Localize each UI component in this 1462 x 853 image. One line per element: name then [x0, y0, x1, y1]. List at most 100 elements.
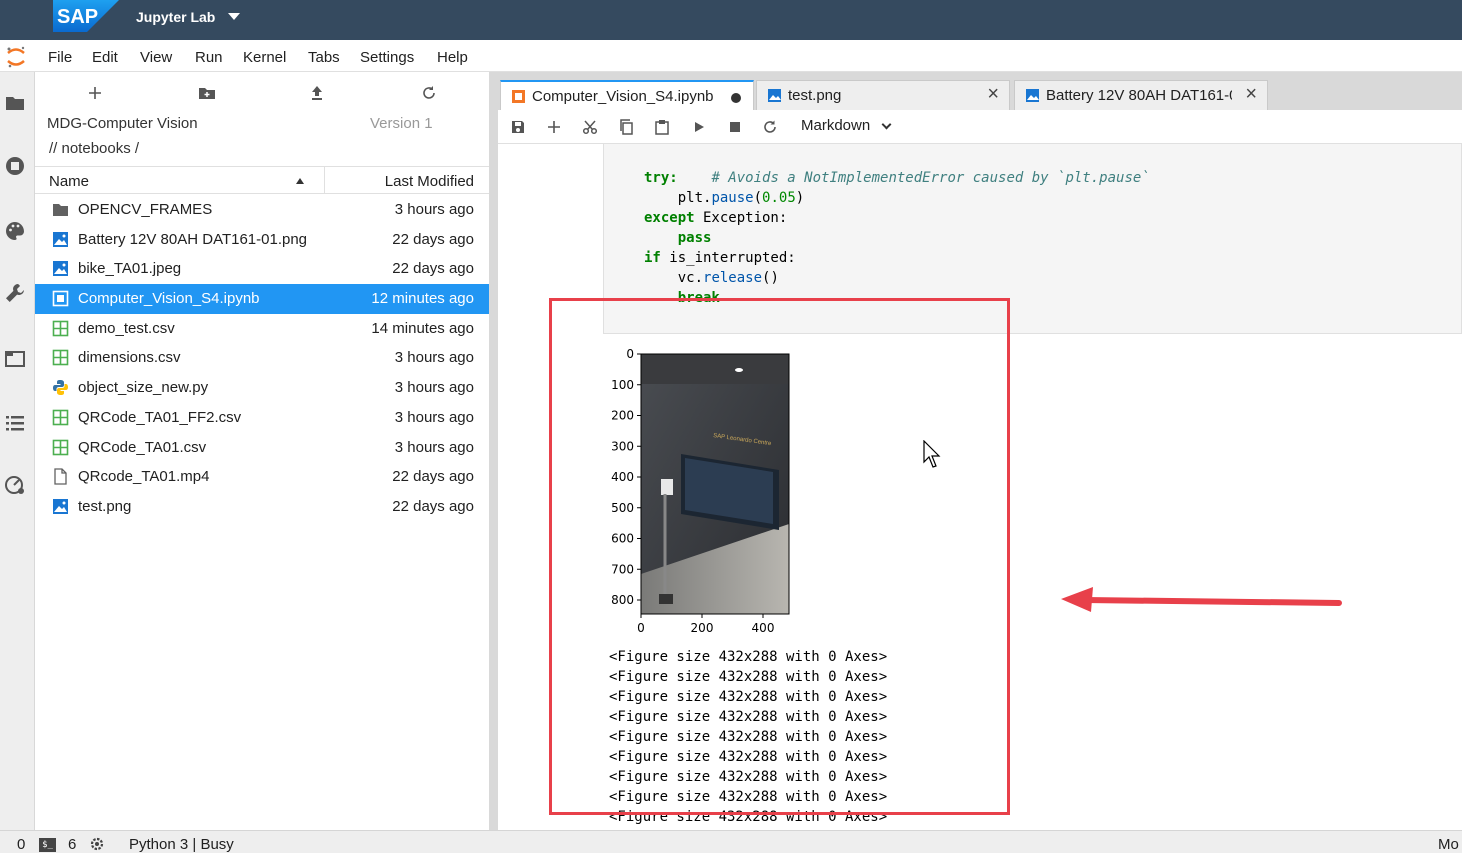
image-icon	[53, 498, 68, 514]
tabs-panel-icon[interactable]	[4, 348, 26, 370]
app-menu-caret-icon[interactable]	[228, 13, 240, 20]
notebook-icon	[52, 290, 69, 307]
file-modified: 22 days ago	[392, 260, 474, 278]
file-list-item[interactable]: OPENCV_FRAMES 3 hours ago	[35, 195, 489, 225]
file-list-item[interactable]: object_size_new.py 3 hours ago	[35, 373, 489, 403]
project-version[interactable]: Version 1	[370, 115, 433, 132]
folder-icon[interactable]	[4, 92, 26, 114]
column-divider[interactable]	[324, 167, 325, 194]
menu-tabs[interactable]: Tabs	[308, 49, 340, 66]
sap-logo: SAP	[53, 0, 119, 32]
menu-file[interactable]: File	[48, 49, 72, 66]
stop-icon[interactable]	[727, 119, 743, 135]
cut-icon[interactable]	[582, 119, 598, 135]
mouse-cursor-icon	[923, 440, 941, 468]
terminal-icon[interactable]: $_	[39, 838, 56, 852]
new-launcher-icon[interactable]	[86, 84, 104, 102]
image-icon	[53, 261, 68, 277]
status-bar: 0 $_ 6 Python 3 | Busy Mo	[0, 830, 1462, 853]
file-modified: 3 hours ago	[394, 349, 474, 367]
annotation-highlight-box	[549, 298, 1010, 815]
file-name: QRcode_TA01.mp4	[78, 468, 210, 486]
menu-settings[interactable]: Settings	[360, 49, 414, 66]
table-of-contents-icon[interactable]	[4, 412, 26, 434]
status-mode[interactable]: Mo	[1438, 836, 1459, 853]
file-modified: 14 minutes ago	[371, 319, 474, 337]
sap-header-bar: SAP Jupyter Lab	[0, 0, 1462, 40]
wrench-icon[interactable]	[4, 282, 26, 304]
upload-icon[interactable]	[308, 84, 326, 102]
image-icon	[53, 231, 68, 247]
refresh-icon[interactable]	[420, 84, 438, 102]
tab-label: test.png	[788, 87, 842, 104]
sort-ascending-icon[interactable]	[296, 178, 304, 184]
column-modified-header[interactable]: Last Modified	[385, 173, 474, 190]
file-list-item[interactable]: QRcode_TA01.mp4 22 days ago	[35, 462, 489, 492]
add-cell-icon[interactable]	[546, 119, 562, 135]
file-list-item[interactable]: Computer_Vision_S4.ipynb 12 minutes ago	[35, 284, 489, 314]
menu-help[interactable]: Help	[437, 49, 468, 66]
file-list-item[interactable]: QRCode_TA01_FF2.csv 3 hours ago	[35, 403, 489, 433]
file-modified: 22 days ago	[392, 230, 474, 248]
tab-label: Computer_Vision_S4.ipynb	[532, 88, 714, 105]
menu-bar: File Edit View Run Kernel Tabs Settings …	[0, 40, 1462, 72]
file-name: demo_test.csv	[78, 319, 175, 337]
image-icon	[1026, 89, 1039, 102]
file-list-item[interactable]: test.png 22 days ago	[35, 492, 489, 522]
status-count[interactable]: 0	[17, 836, 25, 853]
file-modified: 3 hours ago	[394, 201, 474, 218]
paste-icon[interactable]	[654, 119, 670, 135]
project-name[interactable]: MDG-Computer Vision	[47, 115, 198, 132]
close-tab-icon[interactable]: ×	[1245, 83, 1257, 106]
cell-type-dropdown[interactable]: Markdown	[801, 117, 870, 134]
file-list-item[interactable]: Battery 12V 80AH DAT161-01.png 22 days ag…	[35, 225, 489, 255]
close-tab-icon[interactable]: ×	[987, 83, 999, 106]
extension-manager-icon[interactable]	[4, 474, 26, 496]
notebook-toolbar: Markdown	[498, 110, 1462, 144]
app-title[interactable]: Jupyter Lab	[136, 9, 215, 25]
file-name: QRCode_TA01.csv	[78, 438, 207, 456]
file-name: bike_TA01.jpeg	[78, 260, 182, 278]
menu-edit[interactable]: Edit	[92, 49, 118, 66]
code-editor[interactable]: try: # Avoids a NotImplementedError caus…	[644, 168, 1150, 308]
gear-icon[interactable]	[89, 836, 105, 852]
copy-icon[interactable]	[618, 119, 634, 135]
file-list-item[interactable]: demo_test.csv 14 minutes ago	[35, 314, 489, 344]
column-name-header[interactable]: Name	[49, 173, 89, 190]
run-icon[interactable]	[691, 119, 707, 135]
image-icon	[768, 89, 781, 102]
unsaved-dot-icon[interactable]	[731, 93, 741, 103]
menu-run[interactable]: Run	[195, 49, 223, 66]
new-folder-icon[interactable]	[198, 84, 216, 102]
spreadsheet-icon	[52, 350, 69, 366]
save-icon[interactable]	[510, 119, 526, 135]
palette-icon[interactable]	[4, 220, 26, 242]
restart-kernel-icon[interactable]	[762, 119, 778, 135]
tab-battery-png[interactable]: Battery 12V 80AH DAT161-0 ×	[1014, 80, 1268, 110]
file-list-item[interactable]: bike_TA01.jpeg 22 days ago	[35, 254, 489, 284]
notebook-icon	[512, 90, 525, 103]
running-sessions-icon[interactable]	[4, 155, 26, 177]
file-list-header: Name Last Modified	[35, 166, 489, 194]
file-modified: 3 hours ago	[394, 408, 474, 426]
file-name: OPENCV_FRAMES	[78, 201, 213, 218]
spreadsheet-icon	[52, 409, 69, 426]
file-list-item[interactable]: dimensions.csv 3 hours ago	[35, 343, 489, 373]
file-list: OPENCV_FRAMES 3 hours ago Battery 12V 80AH…	[35, 195, 489, 522]
activity-bar	[0, 72, 35, 830]
file-list-item[interactable]: QRCode_TA01.csv 3 hours ago	[35, 433, 489, 463]
menu-view[interactable]: View	[140, 49, 172, 66]
menu-kernel[interactable]: Kernel	[243, 49, 286, 66]
status-terminals[interactable]: 6	[68, 836, 76, 853]
tab-test-png[interactable]: test.png ×	[756, 80, 1010, 110]
file-browser: MDG-Computer Vision Version 1 // noteboo…	[35, 72, 489, 830]
folder-icon	[53, 204, 68, 216]
python-icon	[53, 380, 68, 396]
file-modified: 3 hours ago	[394, 438, 474, 456]
tab-notebook[interactable]: Computer_Vision_S4.ipynb	[500, 80, 754, 110]
panel-splitter[interactable]	[489, 72, 498, 830]
kernel-status[interactable]: Python 3 | Busy	[129, 836, 234, 853]
file-name: test.png	[78, 497, 132, 515]
chevron-down-icon[interactable]	[881, 119, 892, 130]
breadcrumb[interactable]: // notebooks /	[49, 140, 139, 157]
